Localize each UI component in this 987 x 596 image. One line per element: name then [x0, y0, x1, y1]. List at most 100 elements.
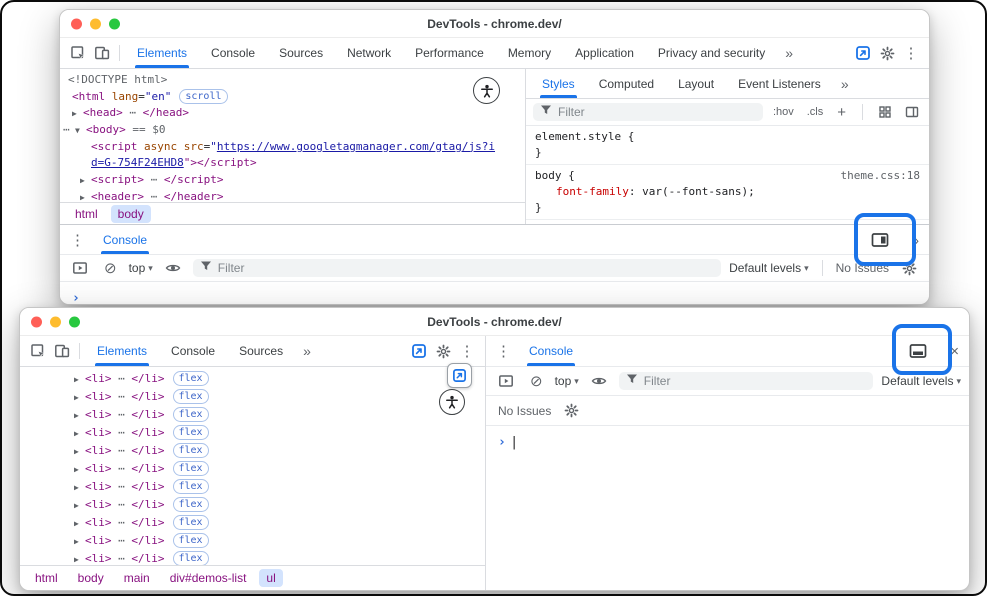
expand-arrow-icon[interactable]: ▶ — [74, 389, 85, 407]
flex-badge[interactable]: flex — [173, 515, 209, 530]
element-classes-button[interactable]: .cls — [804, 106, 827, 118]
tab-network[interactable]: Network — [335, 38, 403, 68]
expand-arrow-icon[interactable]: ▶ — [74, 461, 85, 479]
dom-node-script-src-wrap[interactable]: d=G-754F24EHD8"></script> — [60, 155, 525, 172]
tab-computed[interactable]: Computed — [587, 69, 666, 98]
dom-node-header[interactable]: ▶<header> ⋯ </header> — [60, 189, 525, 202]
dom-node-li[interactable]: ▶<li> ⋯ </li>flex — [20, 532, 485, 550]
css-selector[interactable]: element.style — [535, 129, 621, 145]
tab-console-drawer[interactable]: Console — [91, 225, 159, 254]
dom-node-script-src[interactable]: <script async src="https://www.googletag… — [60, 139, 525, 156]
split-panel-icon[interactable] — [902, 100, 922, 124]
breadcrumb-item-body[interactable]: body — [71, 569, 111, 587]
dom-node-li[interactable]: ▶<li> ⋯ </li>flex — [20, 406, 485, 424]
tab-privacy-and-security[interactable]: Privacy and security — [646, 38, 777, 68]
flex-badge[interactable]: flex — [173, 371, 209, 386]
dom-node-html[interactable]: <html lang="en"scroll — [60, 89, 525, 106]
tab-elements[interactable]: Elements — [85, 336, 159, 366]
dom-node-head[interactable]: ▶<head> ⋯ </head> — [60, 105, 525, 122]
dom-node-script[interactable]: ▶<script> ⋯ </script> — [60, 172, 525, 189]
breadcrumb-item-body[interactable]: body — [111, 205, 151, 223]
tab-layout[interactable]: Layout — [666, 69, 726, 98]
breadcrumb-item-demos-list[interactable]: div#demos-list — [163, 569, 254, 587]
settings-gear-icon[interactable] — [875, 41, 899, 65]
console-prompt[interactable]: › — [72, 291, 80, 305]
expand-arrow-icon[interactable]: ▶ — [74, 551, 85, 565]
more-options-icon[interactable]: ⋮ — [899, 41, 923, 65]
console-filter[interactable] — [193, 259, 721, 277]
close-icon[interactable]: × — [944, 343, 965, 360]
script-src-link[interactable]: https://www.googletagmanager.com/gtag/js… — [217, 140, 495, 153]
chevron-right-icon[interactable]: › — [908, 232, 925, 248]
dom-node-li[interactable]: ▶<li> ⋯ </li>flex — [20, 424, 485, 442]
tab-console[interactable]: Console — [517, 336, 585, 366]
flex-badge[interactable]: flex — [173, 389, 209, 404]
expand-arrow-icon[interactable]: ▶ — [74, 443, 85, 461]
flex-badge[interactable]: flex — [173, 479, 209, 494]
expand-arrow-icon[interactable]: ▶ — [80, 173, 91, 190]
grid-panel-icon[interactable] — [875, 100, 895, 124]
breadcrumb-item-ul[interactable]: ul — [259, 569, 282, 587]
expand-arrow-icon[interactable]: ▶ — [74, 479, 85, 497]
console-filter-input[interactable] — [644, 374, 867, 388]
breadcrumb-item-main[interactable]: main — [117, 569, 157, 587]
flex-badge[interactable]: flex — [173, 497, 209, 512]
inspect-icon[interactable] — [66, 41, 90, 65]
expand-arrow-icon[interactable]: ▶ — [72, 106, 83, 123]
stylesheet-link[interactable]: theme.css:18 — [841, 168, 920, 184]
flex-badge[interactable]: flex — [173, 461, 209, 476]
issues-status[interactable]: No Issues — [498, 404, 551, 418]
more-options-icon[interactable]: ⋮ — [455, 339, 479, 363]
tab-console[interactable]: Console — [159, 336, 227, 366]
dom-node-li[interactable]: ▶<li> ⋯ </li>flex — [20, 460, 485, 478]
zoom-button[interactable] — [109, 18, 120, 29]
console-prompt[interactable]: › — [498, 435, 506, 450]
context-selector[interactable]: top▾ — [555, 374, 579, 388]
new-style-rule-button[interactable]: + — [833, 104, 850, 121]
dom-node-li[interactable]: ▶<li> ⋯ </li>flex — [20, 388, 485, 406]
expand-arrow-icon[interactable]: ▶ — [74, 533, 85, 551]
tab-event-listeners[interactable]: Event Listeners — [726, 69, 833, 98]
minimize-button[interactable] — [50, 316, 61, 327]
issues-status[interactable]: No Issues — [836, 261, 889, 275]
css-selector[interactable]: body — [535, 168, 562, 184]
drawer-menu-icon[interactable]: ⋮ — [64, 231, 91, 249]
zoom-button[interactable] — [69, 316, 80, 327]
console-sidebar-icon[interactable] — [494, 369, 518, 393]
tab-application[interactable]: Application — [563, 38, 646, 68]
script-src-link[interactable]: d=G-754F24EHD8 — [91, 156, 184, 169]
styles-filter[interactable] — [533, 103, 763, 121]
styles-filter-input[interactable] — [558, 105, 756, 119]
cast-icon[interactable] — [851, 41, 875, 65]
drawer-menu-icon[interactable]: ⋮ — [490, 342, 517, 360]
expand-arrow-icon[interactable]: ▶ — [74, 515, 85, 533]
flex-badge[interactable]: flex — [173, 533, 209, 548]
dom-node-li[interactable]: ▶<li> ⋯ </li>flex — [20, 514, 485, 532]
clear-console-icon[interactable]: ⊘ — [100, 259, 121, 277]
expand-arrow-icon[interactable]: ▶ — [80, 190, 91, 202]
tab-styles[interactable]: Styles — [530, 69, 587, 98]
context-selector[interactable]: top▾ — [129, 261, 153, 275]
device-toolbar-icon[interactable] — [90, 41, 114, 65]
css-property[interactable]: font-family — [556, 184, 629, 200]
console-filter[interactable] — [619, 372, 874, 390]
accessibility-icon[interactable] — [439, 389, 465, 415]
minimize-button[interactable] — [90, 18, 101, 29]
console-settings-gear-icon[interactable] — [559, 399, 583, 423]
tab-sources[interactable]: Sources — [267, 38, 335, 68]
eye-icon[interactable] — [587, 369, 611, 393]
tab-memory[interactable]: Memory — [496, 38, 563, 68]
node-menu-icon[interactable]: ⋯ — [63, 122, 75, 139]
tab-console[interactable]: Console — [199, 38, 267, 68]
dom-node-li[interactable]: ▶<li> ⋯ </li>flex — [20, 478, 485, 496]
more-tabs-icon[interactable]: » — [777, 45, 801, 61]
close-button[interactable] — [71, 18, 82, 29]
log-levels-dropdown[interactable]: Default levels▾ — [729, 261, 809, 275]
dom-node-li[interactable]: ▶<li> ⋯ </li>flex — [20, 550, 485, 565]
dom-node-li[interactable]: ▶<li> ⋯ </li>flex — [20, 442, 485, 460]
inspect-icon[interactable] — [26, 339, 50, 363]
expand-arrow-icon[interactable]: ▶ — [74, 425, 85, 443]
flex-badge[interactable]: flex — [173, 425, 209, 440]
dom-node-doctype[interactable]: <!DOCTYPE html> — [60, 72, 525, 89]
dock-side-icon[interactable] — [868, 228, 892, 252]
